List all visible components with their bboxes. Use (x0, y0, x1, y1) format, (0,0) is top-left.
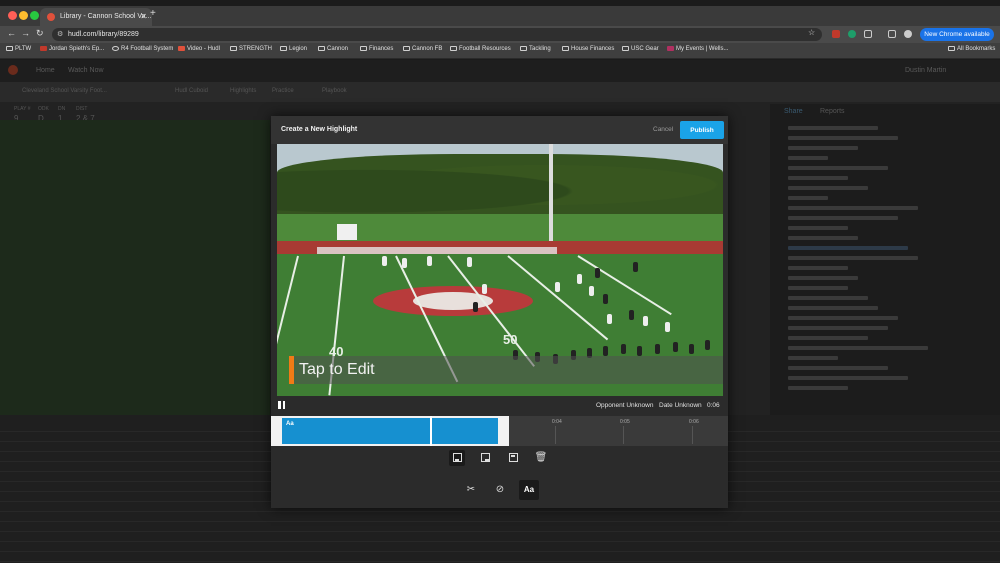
profile-avatar-icon[interactable] (904, 30, 912, 38)
subtab[interactable]: Playbook (322, 88, 347, 94)
tick-label: 0:04 (552, 419, 562, 425)
subtab[interactable]: Practice (272, 88, 294, 94)
bookmark-star-icon[interactable]: ☆ (808, 28, 815, 37)
bookmark-item[interactable]: Cannon (318, 46, 348, 52)
nav-watch-now[interactable]: Watch Now (68, 67, 104, 74)
position-bottom-left-icon[interactable] (449, 450, 465, 466)
browser-toolbar: ← → ↻ ⚙ hudl.com/library/89289 ☆ New Chr… (0, 26, 1000, 43)
subtab[interactable]: Hudl Cuboid (175, 88, 208, 94)
forward-icon[interactable]: → (21, 28, 30, 38)
cancel-button[interactable]: Cancel (653, 126, 673, 133)
reload-icon[interactable]: ↻ (36, 28, 44, 39)
tick-label: 0:06 (689, 419, 699, 425)
extensions-puzzle-icon[interactable] (864, 30, 872, 38)
trash-icon[interactable]: 🗑 (533, 450, 549, 466)
yard-number: 50 (503, 332, 518, 347)
hudl-logo-icon (8, 65, 18, 75)
bookmark-item[interactable]: PLTW (6, 46, 31, 52)
timeline-text-clip[interactable]: Aa (282, 418, 498, 444)
overlay-text[interactable]: Tap to Edit (299, 361, 375, 379)
draw-icon[interactable]: ⊘ (492, 482, 508, 498)
tab-strip: Library - Cannon School Va... ✕ + (0, 6, 1000, 26)
text-overlay[interactable]: Tap to Edit (289, 356, 723, 384)
extension-icon[interactable] (848, 30, 856, 38)
new-tab-icon[interactable]: + (150, 8, 156, 19)
tick-label: 0:05 (620, 419, 630, 425)
bookmark-item[interactable]: Legion (280, 46, 307, 52)
bookmark-item[interactable]: Finances (360, 46, 393, 52)
bookmark-item[interactable]: R4 Football System (112, 46, 173, 52)
address-bar[interactable]: ⚙ hudl.com/library/89289 (52, 28, 822, 41)
side-panel-icon[interactable] (888, 30, 896, 38)
highlight-video[interactable]: 40 50 Tap to Edit (277, 144, 723, 396)
subtab[interactable]: Highlights (230, 88, 256, 94)
tab-close-icon[interactable]: ✕ (140, 8, 147, 26)
overlay-accent-bar (289, 356, 294, 384)
position-top-left-icon[interactable] (505, 450, 521, 466)
pause-icon[interactable] (278, 401, 286, 409)
site-info-icon[interactable]: ⚙ (57, 28, 63, 41)
goalpost (549, 144, 553, 248)
position-bottom-right-icon[interactable] (477, 450, 493, 466)
tab-title: Library - Cannon School Va... (60, 13, 152, 20)
nav-home[interactable]: Home (36, 67, 55, 74)
close-window-icon[interactable] (8, 11, 17, 20)
minimize-window-icon[interactable] (19, 11, 28, 20)
bookmarks-bar: PLTW Jordan Spieth's Ep... R4 Football S… (0, 43, 1000, 59)
overlay-position-toolbar: 🗑 (271, 450, 728, 470)
bookmark-item[interactable]: Tackling (520, 46, 551, 52)
tab-reports[interactable]: Reports (820, 108, 845, 115)
background-video (0, 120, 270, 450)
modal-title: Create a New Highlight (281, 126, 358, 133)
text-tool-icon[interactable]: Aa (519, 480, 539, 500)
tab-share[interactable]: Share (784, 108, 803, 115)
create-highlight-modal: Create a New Highlight Cancel Publish 40… (271, 116, 728, 508)
bookmark-item[interactable]: Jordan Spieth's Ep... (40, 46, 104, 52)
date-label: Date Unknown (659, 402, 702, 409)
bookmark-item[interactable]: Football Resources (450, 46, 511, 52)
new-chrome-available-button[interactable]: New Chrome available (920, 28, 994, 41)
bookmark-item[interactable]: STRENGTH (230, 46, 272, 52)
all-bookmarks[interactable]: All Bookmarks (948, 46, 995, 52)
back-icon[interactable]: ← (7, 28, 16, 38)
bookmark-item[interactable]: Cannon FB (403, 46, 442, 52)
maximize-window-icon[interactable] (30, 11, 39, 20)
opponent-label: Opponent Unknown (596, 402, 654, 409)
url-text: hudl.com/library/89289 (68, 31, 139, 38)
playhead-handle[interactable] (430, 416, 432, 446)
app-subheader: Cleveland School Varsity Foot... Hudl Cu… (0, 82, 1000, 102)
user-name[interactable]: Dustin Martin (905, 67, 946, 74)
library-panel: Share Reports (770, 104, 1000, 454)
modal-header: Create a New Highlight Cancel Publish (271, 116, 728, 144)
hudl-favicon-icon (47, 13, 55, 21)
clip-label: Aa (286, 421, 294, 427)
video-controls: Opponent Unknown Date Unknown 0:06 (271, 398, 728, 414)
bookmark-item[interactable]: House Finances (562, 46, 614, 52)
edit-tools-toolbar: ✂ ⊘ Aa (271, 478, 728, 502)
app-header: Home Watch Now Dustin Martin (0, 60, 1000, 82)
duration-label: 0:06 (707, 402, 720, 409)
publish-button[interactable]: Publish (680, 121, 724, 139)
extension-icon[interactable] (832, 30, 840, 38)
browser-window: Library - Cannon School Va... ✕ + ← → ↻ … (0, 0, 1000, 563)
tab-hudl-library[interactable]: Library - Cannon School Va... ✕ (40, 8, 152, 26)
bookmark-item[interactable]: My Events | Wells... (667, 46, 728, 52)
bookmark-item[interactable]: USC Gear (622, 46, 659, 52)
scissors-icon[interactable]: ✂ (463, 482, 479, 498)
clip-title: Cleveland School Varsity Foot... (22, 88, 107, 94)
timeline[interactable]: Aa 0:04 0:05 0:06 (271, 416, 728, 446)
bookmark-item[interactable]: Video - Hudl (178, 46, 220, 52)
